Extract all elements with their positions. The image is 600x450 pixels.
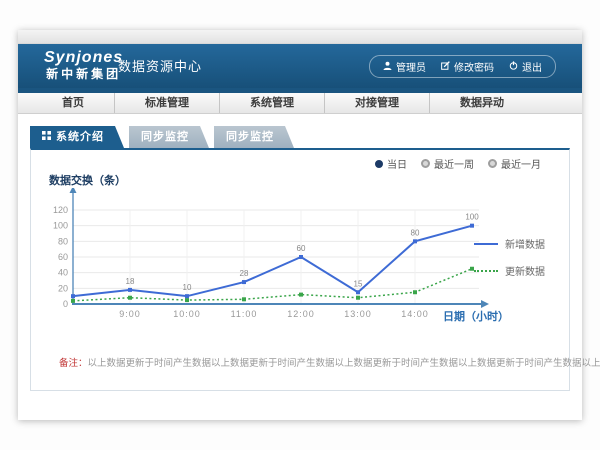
svg-text:80: 80: [58, 236, 68, 246]
tab-label: 同步监控: [141, 126, 189, 148]
nav-item-data-change[interactable]: 数据异动: [430, 93, 534, 113]
page-title: 数据资源中心: [118, 44, 202, 88]
tab-label: 系统介绍: [56, 126, 104, 148]
radio-selected-icon: [375, 160, 383, 168]
nav-item-interface-mgmt[interactable]: 对接管理: [325, 93, 430, 113]
change-password-button[interactable]: 修改密码: [441, 59, 494, 74]
svg-text:13:00: 13:00: [344, 309, 372, 319]
nav-item-home[interactable]: 首页: [32, 93, 115, 113]
solid-line-swatch-icon: [474, 243, 498, 245]
radio-unselected-icon: [488, 159, 497, 168]
radio-option-today[interactable]: 当日: [375, 156, 407, 171]
radio-label: 最近一周: [434, 156, 474, 171]
tab-sync-monitor-1[interactable]: 同步监控: [129, 126, 209, 148]
radio-option-last-week[interactable]: 最近一周: [421, 156, 474, 171]
grid-icon: [42, 126, 51, 148]
svg-text:10: 10: [183, 283, 192, 292]
tab-sync-monitor-2[interactable]: 同步监控: [214, 126, 294, 148]
tab-system-intro[interactable]: 系统介绍: [30, 126, 124, 148]
tab-bar: 系统介绍 同步监控 同步监控: [30, 126, 582, 148]
svg-text:10:00: 10:00: [173, 309, 201, 319]
svg-text:18: 18: [126, 277, 135, 286]
svg-text:100: 100: [53, 221, 68, 231]
svg-text:100: 100: [465, 213, 479, 222]
dotted-line-swatch-icon: [474, 270, 498, 272]
radio-label: 当日: [387, 156, 407, 171]
app-header: Synjones 新中新集团 数据资源中心 管理员 修改密码: [18, 44, 582, 88]
svg-text:120: 120: [53, 205, 68, 215]
svg-text:9:00: 9:00: [119, 309, 141, 319]
svg-text:14:00: 14:00: [401, 309, 429, 319]
radio-label: 最近一月: [501, 156, 541, 171]
logo-company-name: 新中新集团: [44, 67, 123, 82]
svg-text:60: 60: [297, 244, 306, 253]
logo-wordmark: Synjones: [44, 48, 123, 67]
nav-item-system-mgmt[interactable]: 系统管理: [220, 93, 325, 113]
x-axis-title: 日期（小时）: [443, 308, 509, 324]
change-password-label: 修改密码: [454, 59, 494, 74]
svg-text:15: 15: [354, 279, 363, 288]
svg-text:20: 20: [58, 283, 68, 293]
logout-icon: [509, 61, 518, 73]
svg-text:28: 28: [240, 269, 249, 278]
legend-item-new-data[interactable]: 新增数据: [474, 236, 545, 251]
user-icon: [383, 61, 392, 73]
current-user-label: 管理员: [396, 59, 426, 74]
user-toolbar: 管理员 修改密码 退出: [369, 55, 556, 78]
svg-text:0: 0: [63, 299, 68, 309]
app-window: Synjones 新中新集团 数据资源中心 管理员 修改密码: [18, 30, 582, 420]
main-nav: 首页 标准管理 系统管理 对接管理 数据异动: [18, 93, 582, 114]
radio-option-last-month[interactable]: 最近一月: [488, 156, 541, 171]
content-area: 系统介绍 同步监控 同步监控 当日 最近一周: [18, 114, 582, 391]
footnote-prefix: 备注：: [59, 358, 88, 369]
chart-panel: 当日 最近一周 最近一月 数据交换（条） 0 20 40 60 80 100 120 9:00…: [30, 148, 570, 391]
time-range-filter: 当日 最近一周 最近一月: [375, 156, 541, 171]
footnote-text: 以上数据更新于时间产生数据以上数据更新于时间产生数据以上数据更新于时间产生数据以…: [88, 358, 600, 369]
chart-legend: 新增数据 更新数据: [474, 236, 545, 278]
svg-text:80: 80: [411, 228, 420, 237]
svg-text:40: 40: [58, 268, 68, 278]
current-user-button[interactable]: 管理员: [383, 59, 426, 74]
brand-logo: Synjones 新中新集团: [44, 48, 123, 82]
page: Synjones 新中新集团 数据资源中心 管理员 修改密码: [0, 0, 600, 450]
footnote: 备注：以上数据更新于时间产生数据以上数据更新于时间产生数据以上数据更新于时间产生…: [59, 355, 600, 369]
y-axis-title: 数据交换（条）: [49, 172, 126, 188]
nav-item-standard-mgmt[interactable]: 标准管理: [115, 93, 220, 113]
window-top-strip: [18, 30, 582, 44]
svg-text:11:00: 11:00: [231, 309, 258, 319]
legend-item-updated-data[interactable]: 更新数据: [474, 263, 545, 278]
logout-button[interactable]: 退出: [509, 59, 542, 74]
legend-label: 新增数据: [505, 236, 545, 251]
logout-label: 退出: [522, 59, 542, 74]
tab-label: 同步监控: [226, 126, 274, 148]
legend-label: 更新数据: [505, 263, 545, 278]
svg-text:12:00: 12:00: [287, 309, 315, 319]
edit-icon: [441, 61, 450, 73]
radio-unselected-icon: [421, 159, 430, 168]
svg-text:60: 60: [58, 252, 68, 262]
